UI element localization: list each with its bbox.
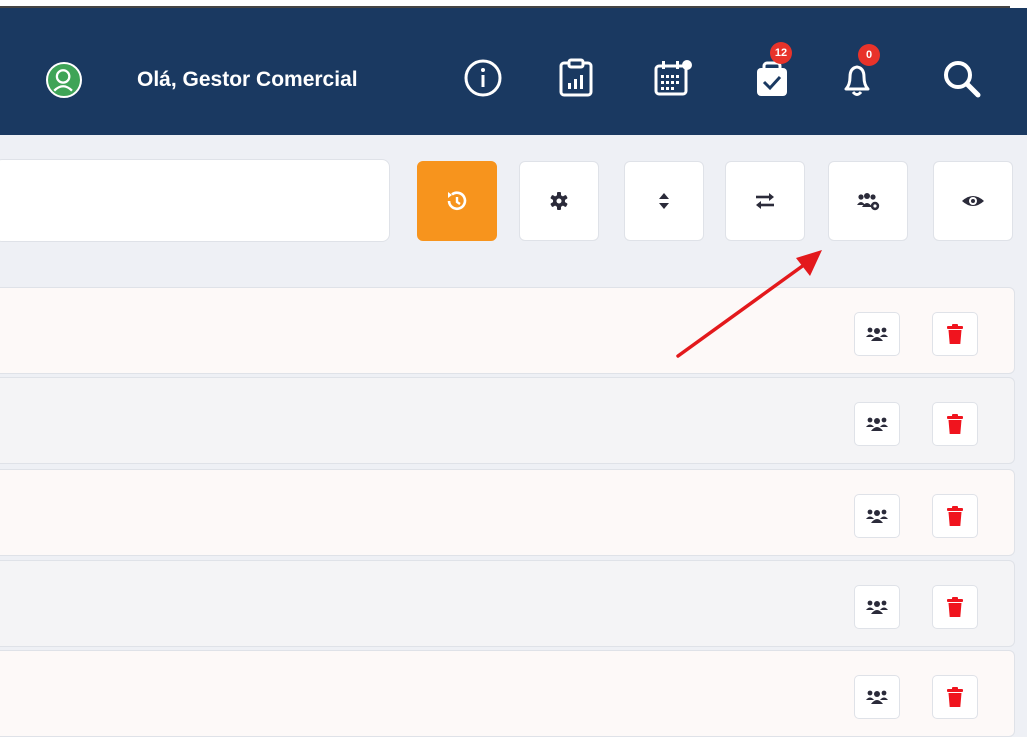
list-item <box>0 287 1015 374</box>
info-icon[interactable] <box>462 57 504 99</box>
users-button[interactable] <box>854 585 900 629</box>
delete-button[interactable] <box>932 675 978 719</box>
visibility-button[interactable] <box>933 161 1013 241</box>
trash-icon <box>947 414 963 434</box>
trash-icon <box>947 597 963 617</box>
swap-button[interactable] <box>725 161 805 241</box>
search-icon[interactable] <box>940 57 982 99</box>
users-button[interactable] <box>854 494 900 538</box>
delete-button[interactable] <box>932 585 978 629</box>
manage-users-button[interactable] <box>828 161 908 241</box>
report-icon[interactable] <box>555 57 597 99</box>
users-button[interactable] <box>854 402 900 446</box>
calendar-icon[interactable] <box>652 57 694 99</box>
delete-button[interactable] <box>932 402 978 446</box>
history-button[interactable] <box>417 161 497 241</box>
sort-icon <box>659 193 669 209</box>
list-item <box>0 650 1015 737</box>
users-icon <box>866 417 888 431</box>
trash-icon <box>947 324 963 344</box>
eye-icon <box>962 196 984 206</box>
notifications-badge: 0 <box>858 44 880 66</box>
users-icon <box>866 600 888 614</box>
users-icon <box>866 509 888 523</box>
users-cog-icon <box>857 193 880 211</box>
users-button[interactable] <box>854 312 900 356</box>
users-button[interactable] <box>854 675 900 719</box>
users-icon <box>866 327 888 341</box>
settings-button[interactable] <box>519 161 599 241</box>
exchange-icon <box>756 193 774 209</box>
delete-button[interactable] <box>932 312 978 356</box>
top-navbar: Olá, Gestor Comercial 12 0 <box>0 8 1027 135</box>
history-icon <box>447 191 467 210</box>
window-top-strip <box>0 0 1027 9</box>
user-avatar-icon[interactable] <box>46 62 82 98</box>
list-item <box>0 377 1015 464</box>
delete-button[interactable] <box>932 494 978 538</box>
users-icon <box>866 690 888 704</box>
list-item <box>0 560 1015 647</box>
trash-icon <box>947 506 963 526</box>
list-item <box>0 469 1015 556</box>
trash-icon <box>947 687 963 707</box>
sort-button[interactable] <box>624 161 704 241</box>
search-input[interactable] <box>0 159 390 242</box>
gear-icon <box>550 192 568 210</box>
tasks-badge: 12 <box>770 42 792 64</box>
greeting-text: Olá, Gestor Comercial <box>137 68 358 91</box>
tasks-icon[interactable] <box>752 57 794 99</box>
